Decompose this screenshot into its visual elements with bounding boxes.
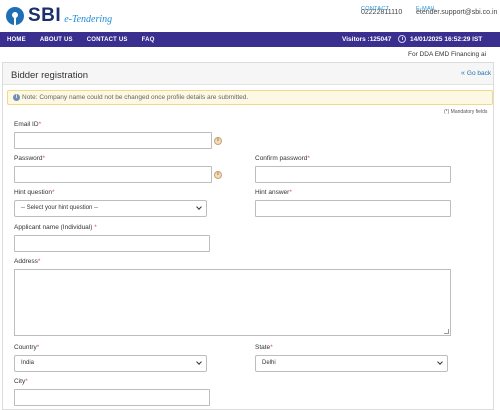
required-mark: * (289, 189, 292, 196)
sbi-logo-icon (6, 7, 24, 25)
visitor-count: Visitors :125047 (342, 36, 392, 43)
required-mark: * (270, 344, 273, 351)
note-alert: i Note: Company name could not be change… (7, 90, 493, 105)
confirm-password-label-wrap: Confirm password* (255, 155, 310, 162)
note-text: Note: Company name could not be changed … (22, 94, 249, 101)
hint-answer-input[interactable] (255, 200, 451, 217)
hint-answer-label: Hint answer (255, 189, 290, 196)
required-mark: * (37, 258, 41, 265)
sbi-logo[interactable]: SBI e-Tendering (6, 5, 112, 27)
chevron-double-left-icon: « (461, 70, 465, 77)
password-input[interactable] (14, 166, 212, 183)
address-label-wrap: Address* (14, 258, 40, 265)
city-label-wrap: City* (14, 378, 28, 385)
hint-question-select[interactable]: -- Select your hint question -- (14, 200, 207, 217)
password-label: Password (14, 155, 43, 162)
country-label: Country (14, 344, 37, 351)
state-label-wrap: State* (255, 344, 273, 351)
required-mark: * (94, 224, 97, 231)
info-circle-icon: i (13, 94, 20, 101)
state-value: Delhi (262, 360, 276, 366)
logo-text: SBI (28, 5, 62, 26)
main-nav: HOME ABOUT US CONTACT US FAQ Visitors :1… (0, 32, 500, 47)
required-mark: * (36, 344, 40, 351)
country-label-wrap: Country* (14, 344, 39, 351)
required-mark: * (51, 189, 55, 196)
site-header: SBI e-Tendering CONTACT 02222811110 E-MA… (0, 0, 500, 32)
mandatory-fields-hint: (*) Mandatory fields (444, 109, 488, 115)
chevron-down-icon (196, 359, 202, 365)
country-value: India (21, 360, 35, 366)
country-select[interactable]: India (14, 355, 207, 372)
chevron-down-icon (437, 359, 443, 365)
current-datetime: 14/01/2025 16:52:29 IST (410, 36, 483, 43)
nav-item-about-us[interactable]: ABOUT US (33, 37, 80, 43)
address-label: Address (14, 258, 38, 265)
contact-email-block: E-MAIL etender.support@sbi.co.in (416, 6, 497, 16)
email-label: Email ID (14, 121, 39, 128)
contact-phone-block: CONTACT 02222811110 (361, 6, 402, 16)
chevron-down-icon (196, 204, 202, 210)
hint-answer-label-wrap: Hint answer* (255, 189, 292, 196)
applicant-name-label-wrap: Applicant name (Individual) * (14, 224, 97, 231)
email-info-icon[interactable]: i (214, 137, 222, 145)
city-label: City (14, 378, 26, 385)
page-title: Bidder registration (11, 70, 89, 81)
confirm-password-label: Confirm password (255, 155, 308, 162)
applicant-name-input[interactable] (14, 235, 210, 252)
ticker-text[interactable]: For DDA EMD Financing ai (408, 51, 486, 58)
applicant-name-label: Applicant name (Individual) (14, 224, 93, 231)
hint-question-label: Hint question (14, 189, 52, 196)
resize-grip-icon[interactable] (444, 329, 449, 334)
email-label: E-MAIL (416, 6, 437, 12)
contact-label: CONTACT (361, 6, 390, 12)
state-select[interactable]: Delhi (255, 355, 448, 372)
required-mark: * (38, 121, 42, 128)
address-textarea[interactable] (14, 269, 451, 336)
nav-item-faq[interactable]: FAQ (135, 37, 162, 43)
confirm-password-input[interactable] (255, 166, 451, 183)
nav-item-contact-us[interactable]: CONTACT US (80, 37, 135, 43)
email-input[interactable] (14, 132, 212, 149)
news-ticker: For DDA EMD Financing ai (0, 47, 500, 62)
hint-question-value: -- Select your hint question -- (21, 205, 99, 211)
password-label-wrap: Password* (14, 155, 45, 162)
hint-question-label-wrap: Hint question* (14, 189, 54, 196)
logo-subtitle: e-Tendering (64, 14, 113, 25)
email-label-wrap: Email ID* (14, 121, 41, 128)
nav-item-home[interactable]: HOME (0, 37, 33, 43)
state-label: State (255, 344, 271, 351)
go-back-label: Go back (466, 70, 492, 77)
required-mark: * (307, 155, 310, 162)
go-back-link[interactable]: «Go back (461, 70, 491, 77)
city-input[interactable] (14, 389, 210, 406)
clock-icon (398, 35, 406, 43)
panel-header: Bidder registration «Go back (3, 63, 493, 85)
required-mark: * (25, 378, 28, 385)
password-info-icon[interactable]: i (214, 171, 222, 179)
registration-panel: Bidder registration «Go back i Note: Com… (2, 62, 494, 410)
required-mark: * (42, 155, 46, 162)
